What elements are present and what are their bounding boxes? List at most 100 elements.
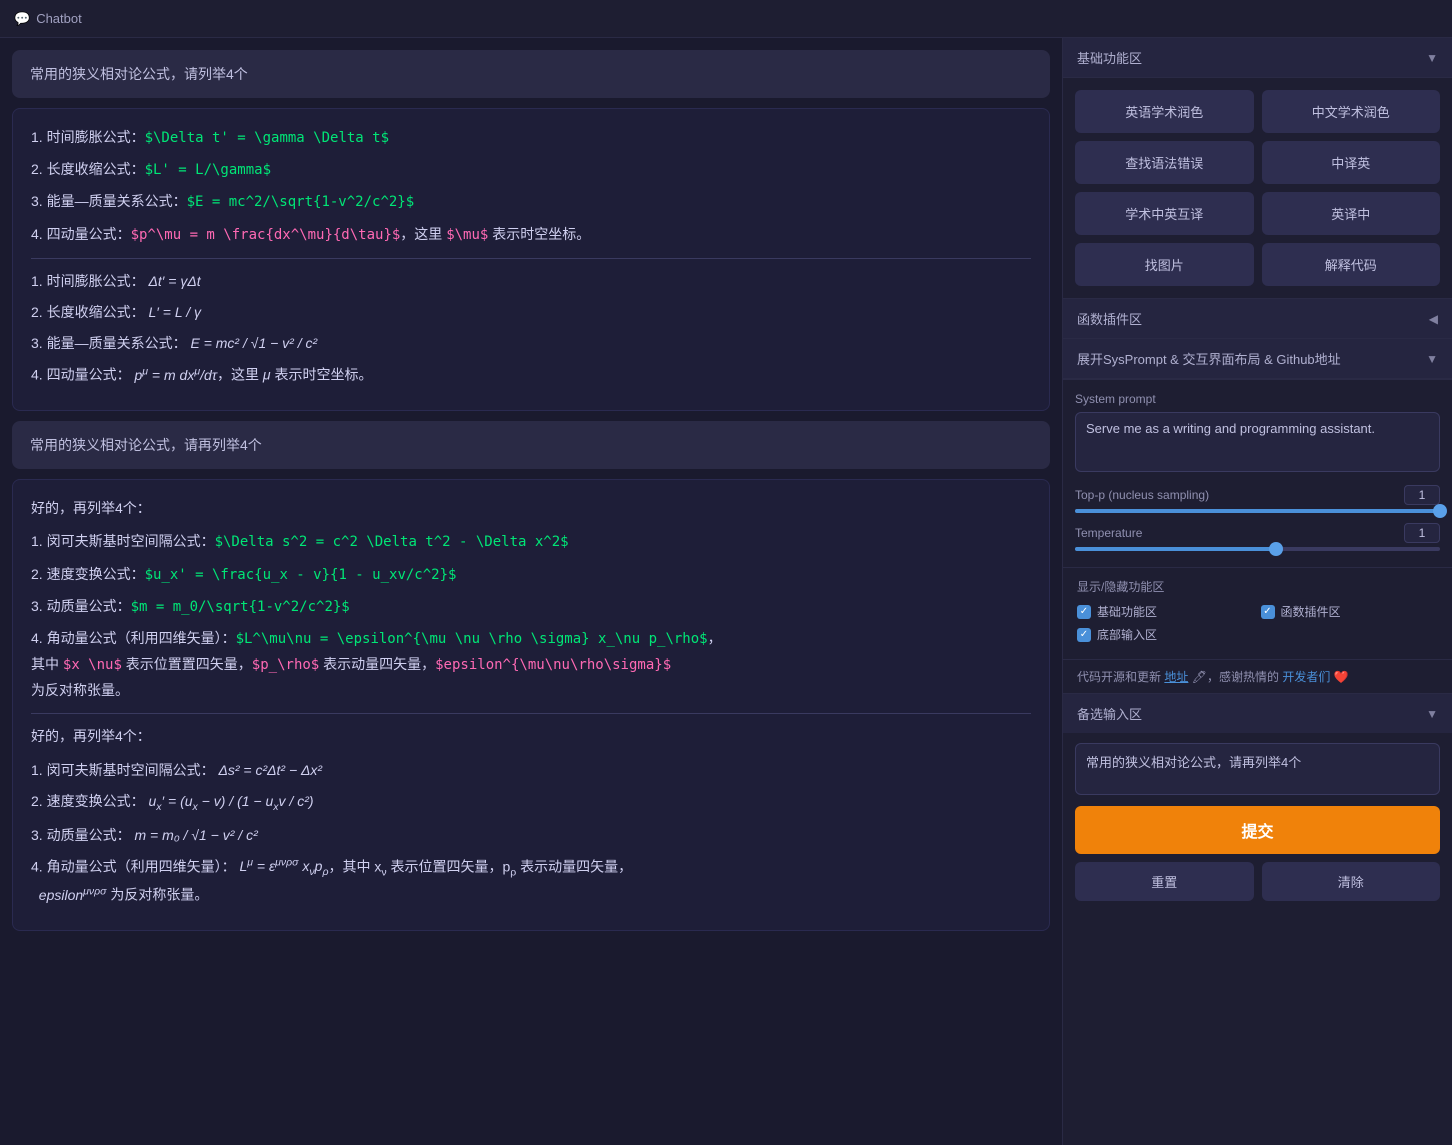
basic-functions-title: 基础功能区	[1077, 48, 1142, 67]
toggle-basic[interactable]: ✓ 基础功能区	[1077, 603, 1255, 620]
toggle-input-label: 底部输入区	[1097, 626, 1157, 643]
plugin-section-header: 函数插件区 ◀	[1063, 298, 1452, 339]
ai-msg1-rendered2: 2. 长度收缩公式： L′ = L / γ	[31, 300, 1031, 325]
user-message-1: 常用的狭义相对论公式，请列举4个	[12, 50, 1050, 98]
chat-panel: 常用的狭义相对论公式，请列举4个 1. 时间膨胀公式：$\Delta t' = …	[0, 38, 1062, 1145]
user-message-2: 常用的狭义相对论公式，请再列举4个	[12, 421, 1050, 469]
backup-textarea[interactable]: 常用的狭义相对论公式，请再列举4个	[1075, 743, 1440, 795]
latex-2: $L' = L/\gamma$	[145, 162, 271, 178]
top-p-row: Top-p (nucleus sampling) 1	[1075, 485, 1440, 505]
latex-8b: $x \nu$	[63, 657, 122, 673]
toggle-basic-label: 基础功能区	[1097, 603, 1157, 620]
temperature-thumb[interactable]	[1269, 542, 1283, 556]
ai-msg2-rendered3: 3. 动质量公式： m = m₀ / √1 − v² / c²	[31, 823, 1031, 848]
ai-message-1: 1. 时间膨胀公式：$\Delta t' = \gamma \Delta t$ …	[12, 108, 1050, 411]
main-layout: 常用的狭义相对论公式，请列举4个 1. 时间膨胀公式：$\Delta t' = …	[0, 38, 1452, 1145]
toggle-input[interactable]: ✓ 底部输入区	[1077, 626, 1255, 643]
submit-button[interactable]: 提交	[1075, 806, 1440, 854]
btn-zh-polish[interactable]: 中文学术润色	[1262, 90, 1441, 133]
backup-section: 备选输入区 ▼ 常用的狭义相对论公式，请再列举4个 提交 重置 清除	[1063, 693, 1452, 913]
app-title: Chatbot	[36, 11, 82, 26]
ai-msg1-item4: 4. 四动量公式：$p^\mu = m \frac{dx^\mu}{d\tau}…	[31, 222, 1031, 248]
latex-7: $m = m_0/\sqrt{1-v^2/c^2}$	[131, 599, 350, 615]
checkbox-plugin[interactable]: ✓	[1261, 605, 1275, 619]
visibility-grid: ✓ 基础功能区 ✓ 函数插件区 ✓ 底部输入区	[1077, 603, 1438, 643]
temperature-label: Temperature	[1075, 526, 1142, 540]
top-p-label: Top-p (nucleus sampling)	[1075, 488, 1209, 502]
toggle-plugin[interactable]: ✓ 函数插件区	[1261, 603, 1439, 620]
ai-msg1-rendered3: 3. 能量—质量关系公式： E = mc² / √1 − v² / c²	[31, 331, 1031, 356]
ai-msg2-item4: 4. 角动量公式（利用四维矢量）：$L^\mu\nu = \epsilon^{\…	[31, 626, 1031, 704]
ai-msg2-rendered1: 1. 闵可夫斯基时空间隔公式： Δs² = c²Δt² − Δx²	[31, 758, 1031, 783]
backup-arrow[interactable]: ▼	[1426, 707, 1438, 721]
latex-5: $\Delta s^2 = c^2 \Delta t^2 - \Delta x^…	[215, 534, 569, 550]
checkbox-basic[interactable]: ✓	[1077, 605, 1091, 619]
system-prompt-input[interactable]: Serve me as a writing and programming as…	[1075, 412, 1440, 472]
sysprompt-arrow[interactable]: ▼	[1426, 352, 1438, 366]
btn-en-polish[interactable]: 英语学术润色	[1075, 90, 1254, 133]
btn-en2zh[interactable]: 英译中	[1262, 192, 1441, 235]
ai-msg2-intro: 好的，再列举4个：	[31, 496, 1031, 521]
ai-msg1-item2: 2. 长度收缩公式：$L' = L/\gamma$	[31, 157, 1031, 183]
visibility-title: 显示/隐藏功能区	[1077, 578, 1438, 595]
latex-1: $\Delta t' = \gamma \Delta t$	[145, 130, 389, 146]
btn-grammar[interactable]: 查找语法错误	[1075, 141, 1254, 184]
latex-8c: $p_\rho$	[252, 657, 319, 673]
ai-msg2-rendered2: 2. 速度变换公式： ux′ = (ux − v) / (1 − uxv / c…	[31, 789, 1031, 817]
ai-msg1-rendered4: 4. 四动量公式： pμ = m dxμ/dτ，这里 μ 表示时空坐标。	[31, 362, 1031, 388]
opensource-row: 代码开源和更新 地址 🖊，感谢热情的 开发者们 ❤️	[1063, 659, 1452, 693]
toggle-plugin-label: 函数插件区	[1281, 603, 1341, 620]
top-p-slider[interactable]	[1075, 509, 1440, 513]
right-panel: 基础功能区 ▼ 英语学术润色 中文学术润色 查找语法错误 中译英 学术中英互译 …	[1062, 38, 1452, 1145]
btn-academic-trans[interactable]: 学术中英互译	[1075, 192, 1254, 235]
opensource-dev[interactable]: 开发者们	[1282, 670, 1330, 684]
opensource-text: 代码开源和更新	[1077, 670, 1161, 684]
sysprompt-section: System prompt Serve me as a writing and …	[1063, 379, 1452, 567]
function-grid: 英语学术润色 中文学术润色 查找语法错误 中译英 学术中英互译 英译中 找图片 …	[1063, 78, 1452, 298]
sysprompt-header[interactable]: 展开SysPrompt & 交互界面布局 & Github地址 ▼	[1063, 339, 1452, 379]
backup-header: 备选输入区 ▼	[1063, 694, 1452, 733]
topbar: 💬 Chatbot	[0, 0, 1452, 38]
basic-functions-header: 基础功能区 ▼	[1063, 38, 1452, 78]
user-message-2-text: 常用的狭义相对论公式，请再列举4个	[30, 437, 262, 453]
ai-msg1-item1: 1. 时间膨胀公式：$\Delta t' = \gamma \Delta t$	[31, 125, 1031, 151]
latex-8a: $L^\mu\nu = \epsilon^{\mu \nu \rho \sigm…	[236, 631, 708, 647]
ai-msg2-item1: 1. 闵可夫斯基时空间隔公式：$\Delta s^2 = c^2 \Delta …	[31, 529, 1031, 555]
plugin-section-title: 函数插件区	[1077, 309, 1142, 328]
ai-msg2-outro: 好的，再列举4个：	[31, 724, 1031, 749]
latex-3: $E = mc^2/\sqrt{1-v^2/c^2}$	[187, 194, 415, 210]
chat-icon: 💬	[14, 11, 30, 27]
clear-button[interactable]: 清除	[1262, 862, 1441, 901]
reset-button[interactable]: 重置	[1075, 862, 1254, 901]
visibility-section: 显示/隐藏功能区 ✓ 基础功能区 ✓ 函数插件区 ✓ 底部输入区	[1063, 567, 1452, 659]
btn-find-image[interactable]: 找图片	[1075, 243, 1254, 286]
opensource-middle: 🖊，感谢热情的	[1192, 670, 1279, 684]
plugin-arrow[interactable]: ◀	[1429, 312, 1438, 326]
btn-zh2en[interactable]: 中译英	[1262, 141, 1441, 184]
temperature-row: Temperature 1	[1075, 523, 1440, 543]
temperature-slider[interactable]	[1075, 547, 1440, 551]
topbar-title: 💬 Chatbot	[14, 11, 82, 27]
basic-functions-arrow[interactable]: ▼	[1426, 51, 1438, 65]
backup-title: 备选输入区	[1077, 704, 1142, 723]
temperature-fill	[1075, 547, 1276, 551]
heart-icon: ❤️	[1334, 670, 1349, 684]
ai-msg1-item3: 3. 能量—质量关系公式：$E = mc^2/\sqrt{1-v^2/c^2}$	[31, 189, 1031, 215]
ai-msg1-rendered1: 1. 时间膨胀公式： Δt′ = γΔt	[31, 269, 1031, 294]
checkbox-input[interactable]: ✓	[1077, 628, 1091, 642]
ai-msg2-item3: 3. 动质量公式：$m = m_0/\sqrt{1-v^2/c^2}$	[31, 594, 1031, 620]
top-p-value: 1	[1404, 485, 1440, 505]
btn-explain-code[interactable]: 解释代码	[1262, 243, 1441, 286]
ai-message-2: 好的，再列举4个： 1. 闵可夫斯基时空间隔公式：$\Delta s^2 = c…	[12, 479, 1050, 931]
latex-8d: $epsilon^{\mu\nu\rho\sigma}$	[435, 657, 671, 673]
opensource-link[interactable]: 地址	[1164, 670, 1188, 684]
sysprompt-title: 展开SysPrompt & 交互界面布局 & Github地址	[1077, 349, 1341, 368]
top-p-fill	[1075, 509, 1440, 513]
system-prompt-label: System prompt	[1075, 392, 1440, 406]
user-message-1-text: 常用的狭义相对论公式，请列举4个	[30, 66, 248, 82]
temperature-value: 1	[1404, 523, 1440, 543]
top-p-thumb[interactable]	[1433, 504, 1447, 518]
ai-msg2-rendered4: 4. 角动量公式（利用四维矢量）： Lμ = εμνρσ xνpρ，其中 xν …	[31, 854, 1031, 908]
ai-msg2-item2: 2. 速度变换公式：$u_x' = \frac{u_x - v}{1 - u_x…	[31, 562, 1031, 588]
bottom-btn-row: 重置 清除	[1063, 862, 1452, 913]
